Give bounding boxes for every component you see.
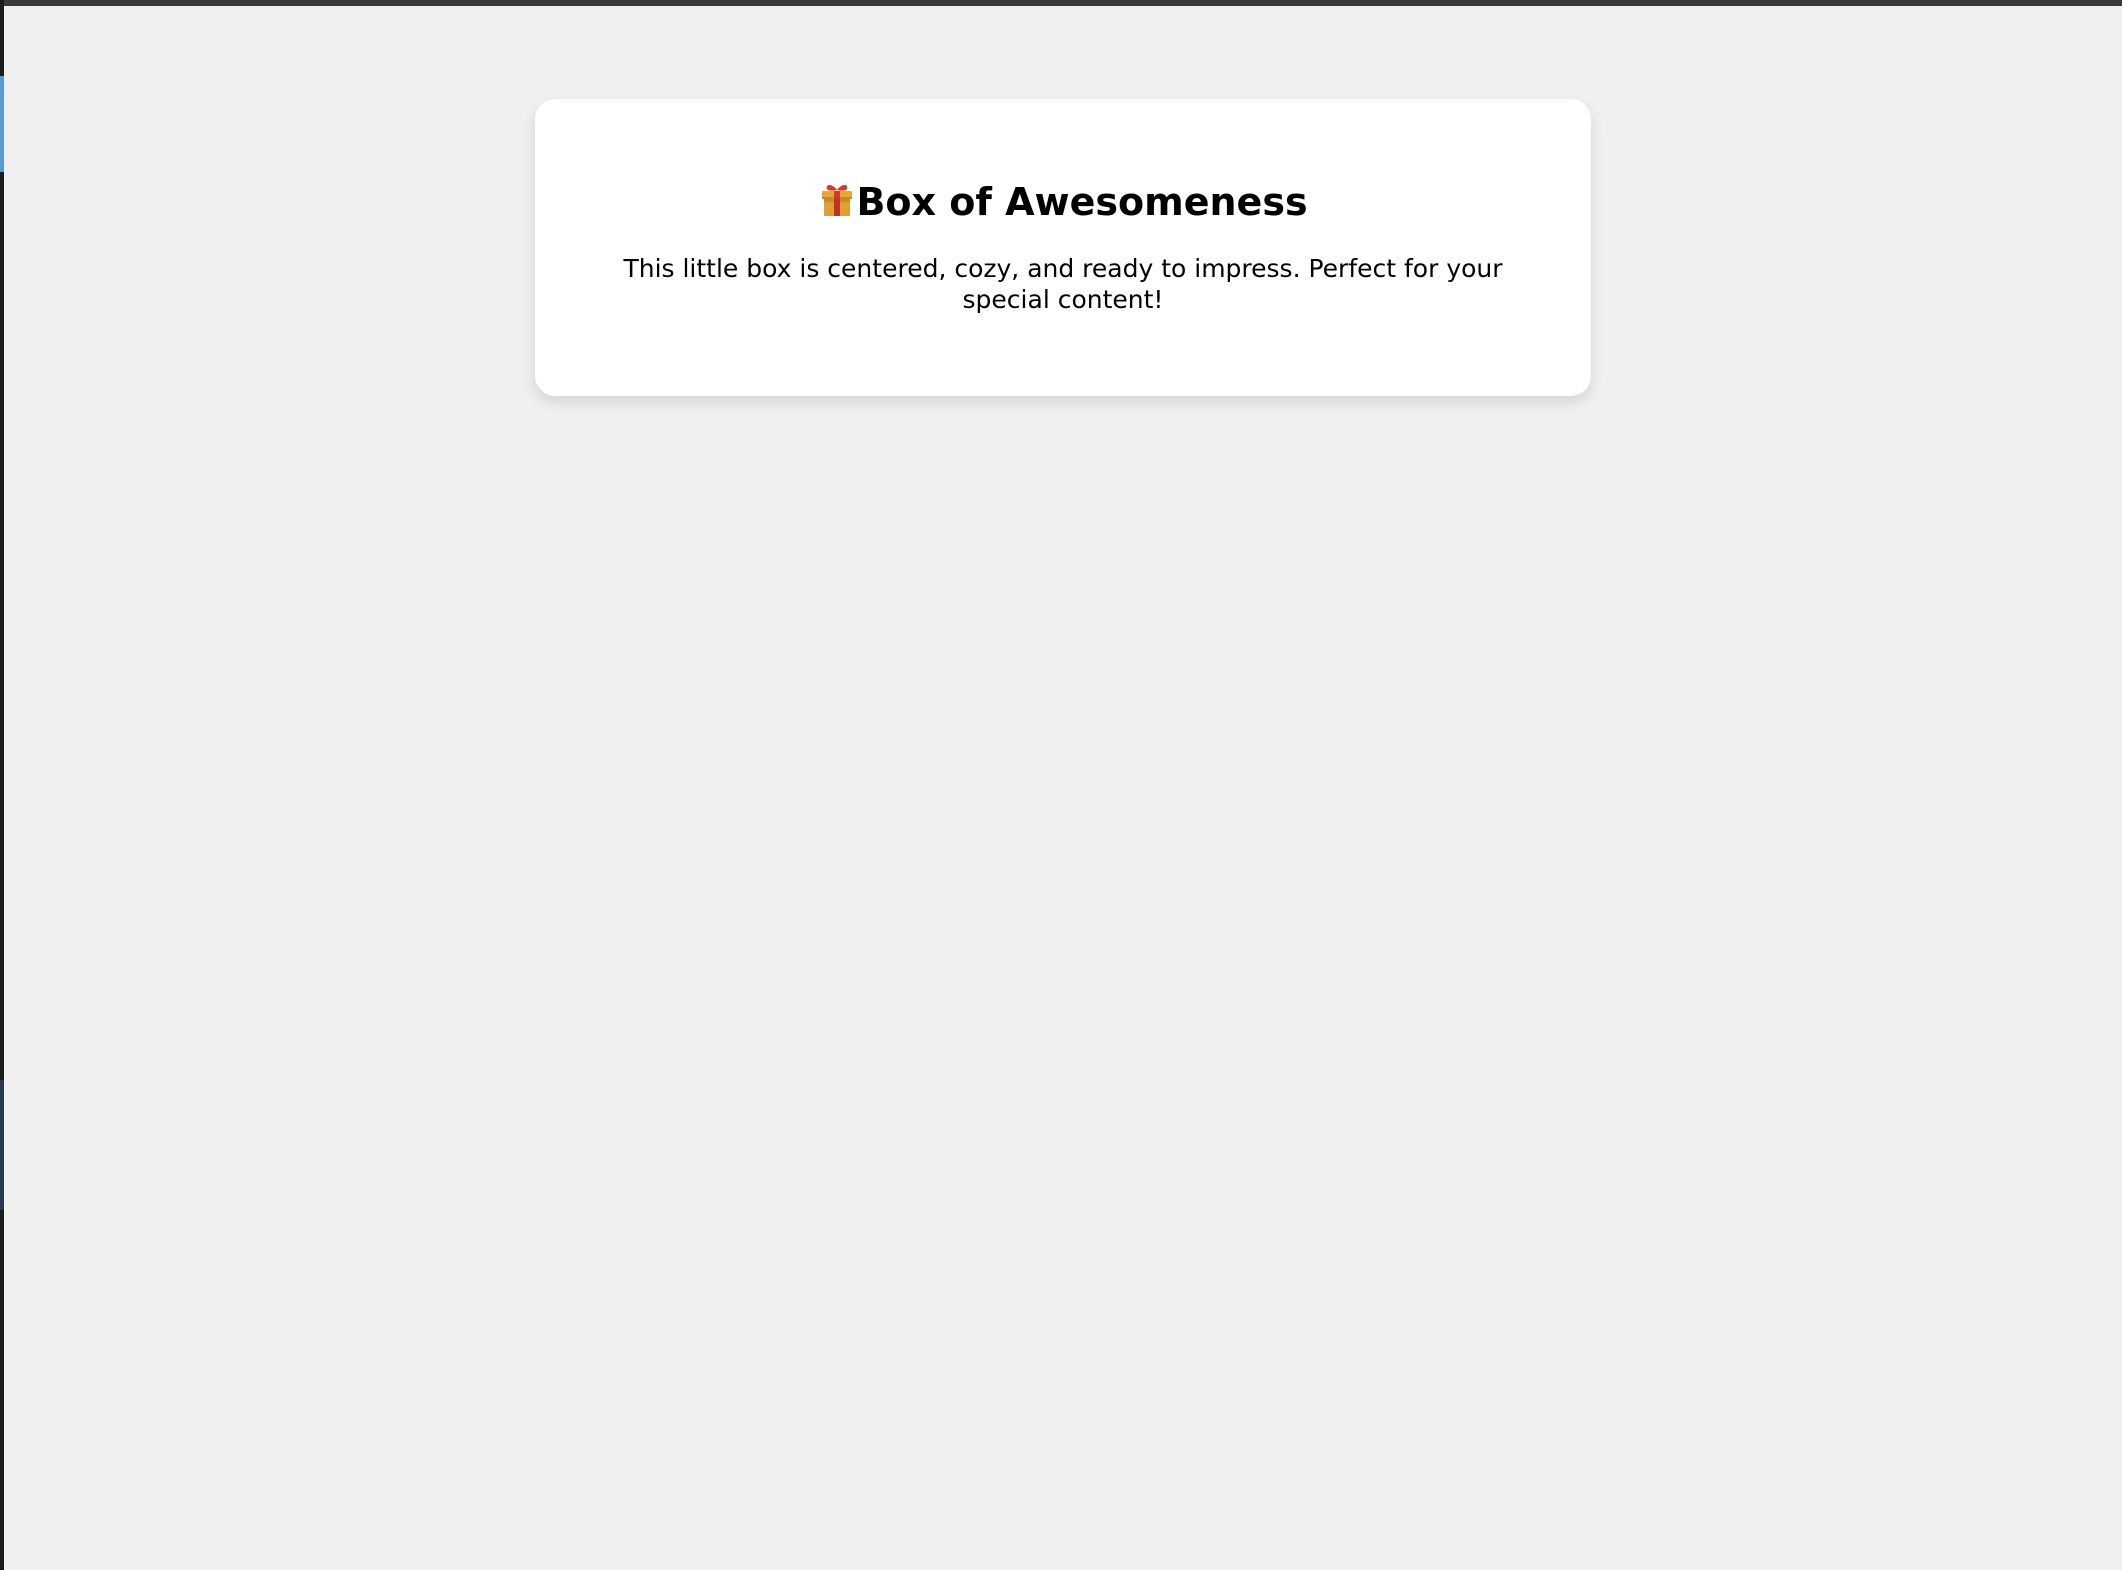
page-viewport: Box of Awesomeness This little box is ce…	[4, 6, 2122, 1570]
content-card: Box of Awesomeness This little box is ce…	[535, 99, 1591, 396]
card-title-text: Box of Awesomeness	[856, 180, 1308, 224]
card-description: This little box is centered, cozy, and r…	[623, 254, 1503, 314]
gift-icon	[818, 181, 856, 219]
card-title: Box of Awesomeness	[535, 179, 1591, 225]
